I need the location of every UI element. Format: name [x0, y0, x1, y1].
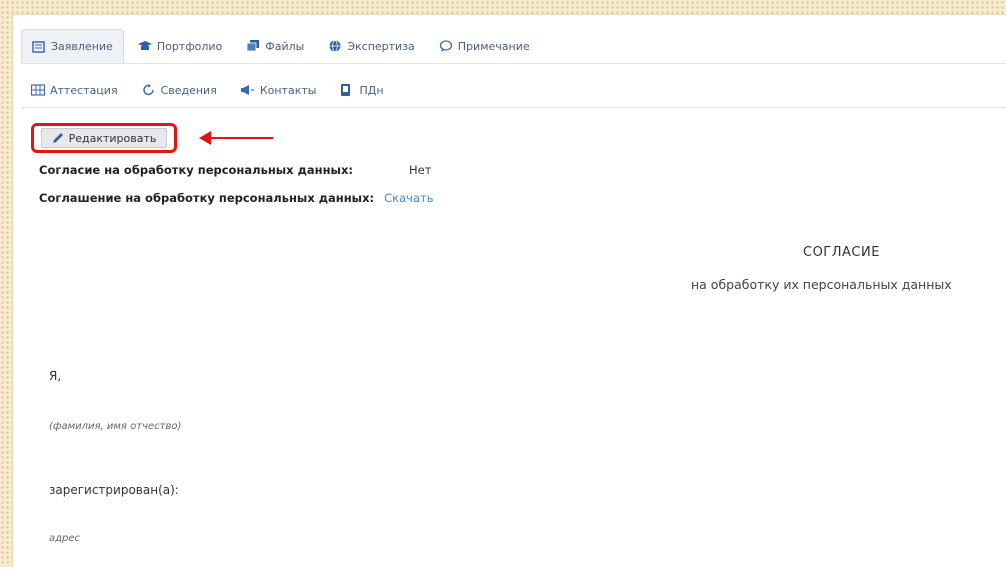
document-subtitle: на обработку их персональных данных — [691, 277, 952, 292]
tab-label: Портфолио — [156, 39, 223, 53]
tab-contacts[interactable]: Контакты — [231, 73, 327, 107]
tab-label: Файлы — [265, 39, 305, 53]
tab-label: Аттестация — [50, 83, 118, 97]
document-title: СОГЛАСИЕ — [803, 245, 880, 260]
agreement-label: Соглашение на обработку персональных дан… — [39, 191, 375, 205]
comment-icon — [439, 40, 453, 52]
document-line-address: адрес — [49, 533, 81, 544]
tab-divider — [21, 63, 1006, 64]
tab-label: Экспертиза — [347, 39, 415, 53]
files-icon — [246, 40, 260, 52]
agreement-row: Соглашение на обработку персональных дан… — [39, 191, 433, 205]
tab-label: Сведения — [160, 83, 217, 97]
shield-icon — [340, 84, 354, 96]
tabs-row-2: Аттестация Сведения Контакты ПДн — [21, 73, 398, 107]
refresh-icon — [142, 84, 156, 96]
tab-attestation[interactable]: Аттестация — [21, 73, 128, 107]
tab-info[interactable]: Сведения — [132, 73, 227, 107]
tab-label: Заявление — [51, 40, 113, 53]
consent-value: Нет — [409, 163, 432, 177]
table-icon — [30, 84, 46, 96]
form-icon — [32, 40, 46, 53]
tabs-row-1: Заявление Портфолио Файлы Экспертиза При… — [21, 29, 544, 63]
edit-button-highlight: Редактировать — [31, 123, 177, 153]
tab-expertise[interactable]: Экспертиза — [318, 29, 424, 63]
tab-files[interactable]: Файлы — [236, 29, 314, 63]
tab-label: ПДн — [359, 83, 384, 97]
document-line-fio: (фамилия, имя отчество) — [49, 421, 182, 432]
document-line-i: Я, — [49, 369, 62, 383]
tab-label: Контакты — [259, 83, 317, 97]
tab-notes[interactable]: Примечание — [429, 29, 540, 63]
edit-button-label: Редактировать — [68, 131, 157, 145]
consent-label: Согласие на обработку персональных данны… — [39, 163, 353, 177]
tab-personal-data[interactable]: ПДн — [330, 73, 393, 107]
tab-application[interactable]: Заявление — [21, 29, 124, 63]
globe-icon — [328, 40, 342, 52]
megaphone-icon — [240, 84, 255, 96]
content-frame: Заявление Портфолио Файлы Экспертиза При… — [12, 14, 1006, 567]
graduation-cap-icon — [137, 40, 152, 52]
tab-divider — [21, 107, 1006, 108]
tab-portfolio[interactable]: Портфолио — [128, 29, 232, 63]
pointer-arrow — [199, 131, 273, 145]
pencil-icon — [52, 132, 64, 144]
consent-row: Согласие на обработку персональных данны… — [39, 163, 431, 177]
tab-label: Примечание — [457, 39, 530, 53]
edit-button[interactable]: Редактировать — [40, 128, 168, 148]
document-line-registered: зарегистрирован(а): — [49, 483, 179, 497]
download-link[interactable]: Скачать — [384, 191, 433, 205]
